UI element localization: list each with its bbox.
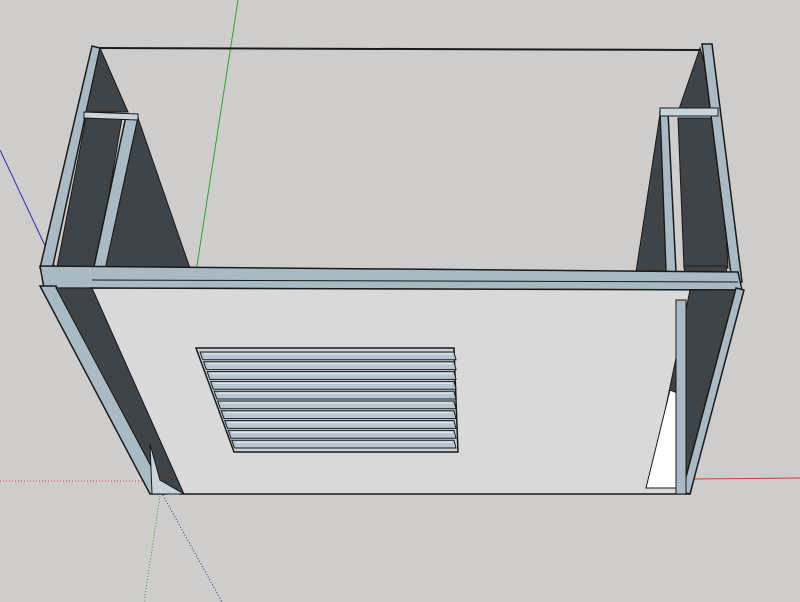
vent-slat [209, 380, 457, 390]
left-top-rail [83, 111, 139, 121]
right-end-post [675, 299, 687, 495]
vent-slat [199, 351, 457, 361]
back-top-edge [99, 47, 701, 51]
left-wall [39, 45, 193, 277]
vent-slat [231, 439, 457, 449]
3d-viewport[interactable] [0, 0, 800, 602]
red-axis-solid [689, 477, 800, 480]
right-top-rail [659, 107, 719, 117]
vent-slat [213, 390, 457, 400]
vent-slat [220, 410, 457, 420]
vent-slat [227, 429, 457, 439]
vent-slat [223, 420, 457, 429]
green-axis-solid [195, 0, 239, 273]
model-canvas[interactable] [0, 0, 800, 602]
blue-axis-dotted [159, 489, 223, 602]
green-axis-dotted [143, 495, 161, 602]
vent-grille [194, 347, 459, 453]
vent-slat [202, 361, 457, 371]
right-wall [635, 43, 743, 285]
vent-slat [216, 400, 457, 410]
vent-slat [206, 371, 457, 380]
